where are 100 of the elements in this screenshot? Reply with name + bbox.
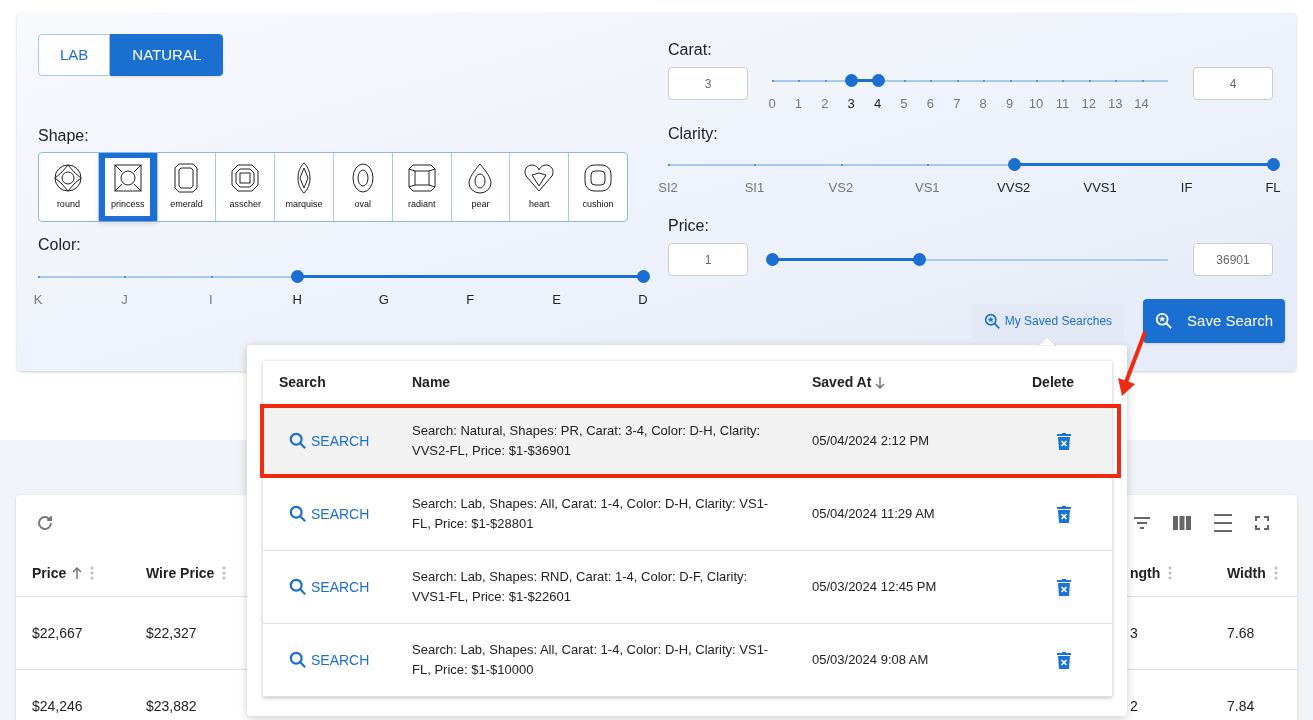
column-header[interactable]: ngth xyxy=(1130,562,1161,584)
slider-label: 3 xyxy=(847,95,855,113)
table-cell: $23,882 xyxy=(146,697,197,714)
search-name: Search: Natural, Shapes: PR, Carat: 3-4, Color: D-H, Clarity: VVS2-FL, Price: $1-$36901 xyxy=(412,422,762,460)
slider-thumb[interactable] xyxy=(637,270,650,283)
slider-thumb[interactable] xyxy=(1007,158,1021,171)
save-search-button[interactable]: Save Search xyxy=(1143,299,1285,343)
slider-label: 7 xyxy=(953,95,961,113)
slider-thumb[interactable] xyxy=(291,270,305,283)
shape-name: princess xyxy=(110,198,145,212)
slider-label: G xyxy=(378,291,389,309)
slider-label: 1 xyxy=(794,95,802,113)
saved-time: 05/04/2024 2:12 PM xyxy=(812,432,931,451)
search-icon xyxy=(289,505,307,523)
column-header[interactable]: Name xyxy=(412,372,451,393)
table-cell: 3 xyxy=(1130,624,1138,641)
filter-icon[interactable] xyxy=(1133,515,1151,530)
gem-icon xyxy=(111,162,144,195)
value-field[interactable]: 36901 xyxy=(1193,243,1273,276)
delete-icon[interactable] xyxy=(1057,651,1071,669)
table-cell: 7.68 xyxy=(1227,624,1255,641)
shape-name: emerald xyxy=(170,198,203,212)
slider-label: VVS2 xyxy=(997,179,1031,197)
slider-label: 8 xyxy=(979,95,987,113)
color-label: Color: xyxy=(38,235,82,255)
slider-thumb[interactable] xyxy=(871,74,885,87)
search-name: Search: Lab, Shapes: All, Carat: 1-4, Color: D-H, Clarity: VS1-FL, Price: $1-$28801 xyxy=(412,495,770,533)
type-toggle[interactable]: LAB xyxy=(38,34,111,76)
slider-label: SI1 xyxy=(744,179,765,197)
slider-label: 9 xyxy=(1006,95,1014,113)
table-cell: $22,667 xyxy=(32,624,83,641)
column-header[interactable]: Price xyxy=(32,562,67,584)
slider-thumb[interactable] xyxy=(912,252,926,266)
slider-label: J xyxy=(121,291,128,309)
search-link[interactable]: SEARCH xyxy=(289,503,370,525)
shape-name: marquise xyxy=(285,198,323,212)
saved-time: 05/03/2024 12:45 PM xyxy=(812,578,938,597)
search-link[interactable]: SEARCH xyxy=(289,430,370,452)
gem-icon xyxy=(52,162,85,195)
column-header[interactable]: Saved At xyxy=(812,372,872,393)
slider-thumb[interactable] xyxy=(1267,158,1280,171)
search-name: Search: Lab, Shapes: RND, Carat: 1-4, Color: D-F, Clarity: VVS1-FL, Price: $1-$22601 xyxy=(412,568,749,606)
column-header[interactable]: Search xyxy=(279,372,326,393)
slider-label: D xyxy=(638,291,648,309)
shape-name: heart xyxy=(529,198,550,212)
column-header[interactable]: Wire Price xyxy=(146,562,215,584)
shape-option[interactable]: princess xyxy=(97,153,157,221)
delete-icon[interactable] xyxy=(1057,578,1071,596)
shape-name: oval xyxy=(354,198,372,212)
density-icon[interactable] xyxy=(1213,513,1233,532)
value-field[interactable]: 4 xyxy=(1193,67,1273,100)
slider-label: H xyxy=(292,291,302,309)
search-name: Search: Lab, Shapes: All, Carat: 1-4, Color: D-H, Clarity: VS1-FL, Price: $1-$10000 xyxy=(412,641,770,679)
saved-searches-button[interactable]: My Saved Searches xyxy=(971,303,1125,339)
slider-label: FL xyxy=(1265,179,1281,197)
saved-search-row[interactable]: SEARCH Search: Lab, Shapes: All, Carat: 1-4, Color: D-H, Clarity: VS1-FL, Price: $1-$10000 05/03/2024 9:08 AM xyxy=(263,624,1112,697)
value-field[interactable]: 1 xyxy=(668,243,748,276)
slider-label: F xyxy=(466,291,475,309)
shape-label: Shape: xyxy=(38,126,90,146)
slider-label: 0 xyxy=(768,95,776,113)
price-label: Price: xyxy=(668,216,710,236)
search-icon xyxy=(289,578,307,596)
type-toggle[interactable]: NATURAL xyxy=(110,34,224,76)
table-cell: 2 xyxy=(1130,697,1138,714)
column-header[interactable]: Delete xyxy=(1032,372,1075,393)
saved-search-row[interactable]: SEARCH Search: Lab, Shapes: RND, Carat: 1-4, Color: D-F, Clarity: VVS1-FL, Price: $1-$22601 05/03/2024 12:45 PM xyxy=(263,551,1112,624)
slider-label: 4 xyxy=(874,95,882,113)
shape-name: cushion xyxy=(582,198,614,212)
saved-time: 05/04/2024 11:29 AM xyxy=(812,505,936,524)
slider-label: VVS1 xyxy=(1083,179,1117,197)
shape-name: pear xyxy=(471,198,490,212)
table-cell: $22,327 xyxy=(146,624,197,641)
shape-name: round xyxy=(56,198,80,212)
refresh-icon[interactable] xyxy=(36,513,54,532)
search-icon xyxy=(1155,312,1174,330)
search-icon xyxy=(289,432,307,450)
slider-label: E xyxy=(552,291,561,309)
shape-name: asscher xyxy=(229,198,262,212)
saved-time: 05/03/2024 9:08 AM xyxy=(812,651,930,670)
slider-label: 6 xyxy=(926,95,934,113)
columns-icon[interactable] xyxy=(1173,515,1191,530)
column-header[interactable]: Width xyxy=(1227,562,1266,584)
slider-label: 13 xyxy=(1107,95,1123,113)
slider-thumb[interactable] xyxy=(766,252,779,266)
delete-icon[interactable] xyxy=(1057,505,1071,523)
slider-thumb[interactable] xyxy=(845,74,859,87)
delete-icon[interactable] xyxy=(1057,432,1071,450)
value-field[interactable]: 3 xyxy=(668,67,748,100)
search-icon xyxy=(289,651,307,669)
sort-arrow-icon xyxy=(875,376,886,389)
slider-label: K xyxy=(33,291,43,309)
search-link[interactable]: SEARCH xyxy=(289,649,370,671)
search-link[interactable]: SEARCH xyxy=(289,576,370,598)
slider-label: I xyxy=(209,291,213,309)
slider-label: 11 xyxy=(1055,95,1070,113)
gem-icon xyxy=(229,162,262,195)
slider-label: VS1 xyxy=(915,179,940,197)
saved-search-row[interactable]: SEARCH Search: Lab, Shapes: All, Carat: 1-4, Color: D-H, Clarity: VS1-FL, Price: $1-$28801 05/04/2024 11:29 AM xyxy=(263,478,1112,551)
fullscreen-icon[interactable] xyxy=(1255,515,1269,530)
slider-label: 5 xyxy=(900,95,908,113)
